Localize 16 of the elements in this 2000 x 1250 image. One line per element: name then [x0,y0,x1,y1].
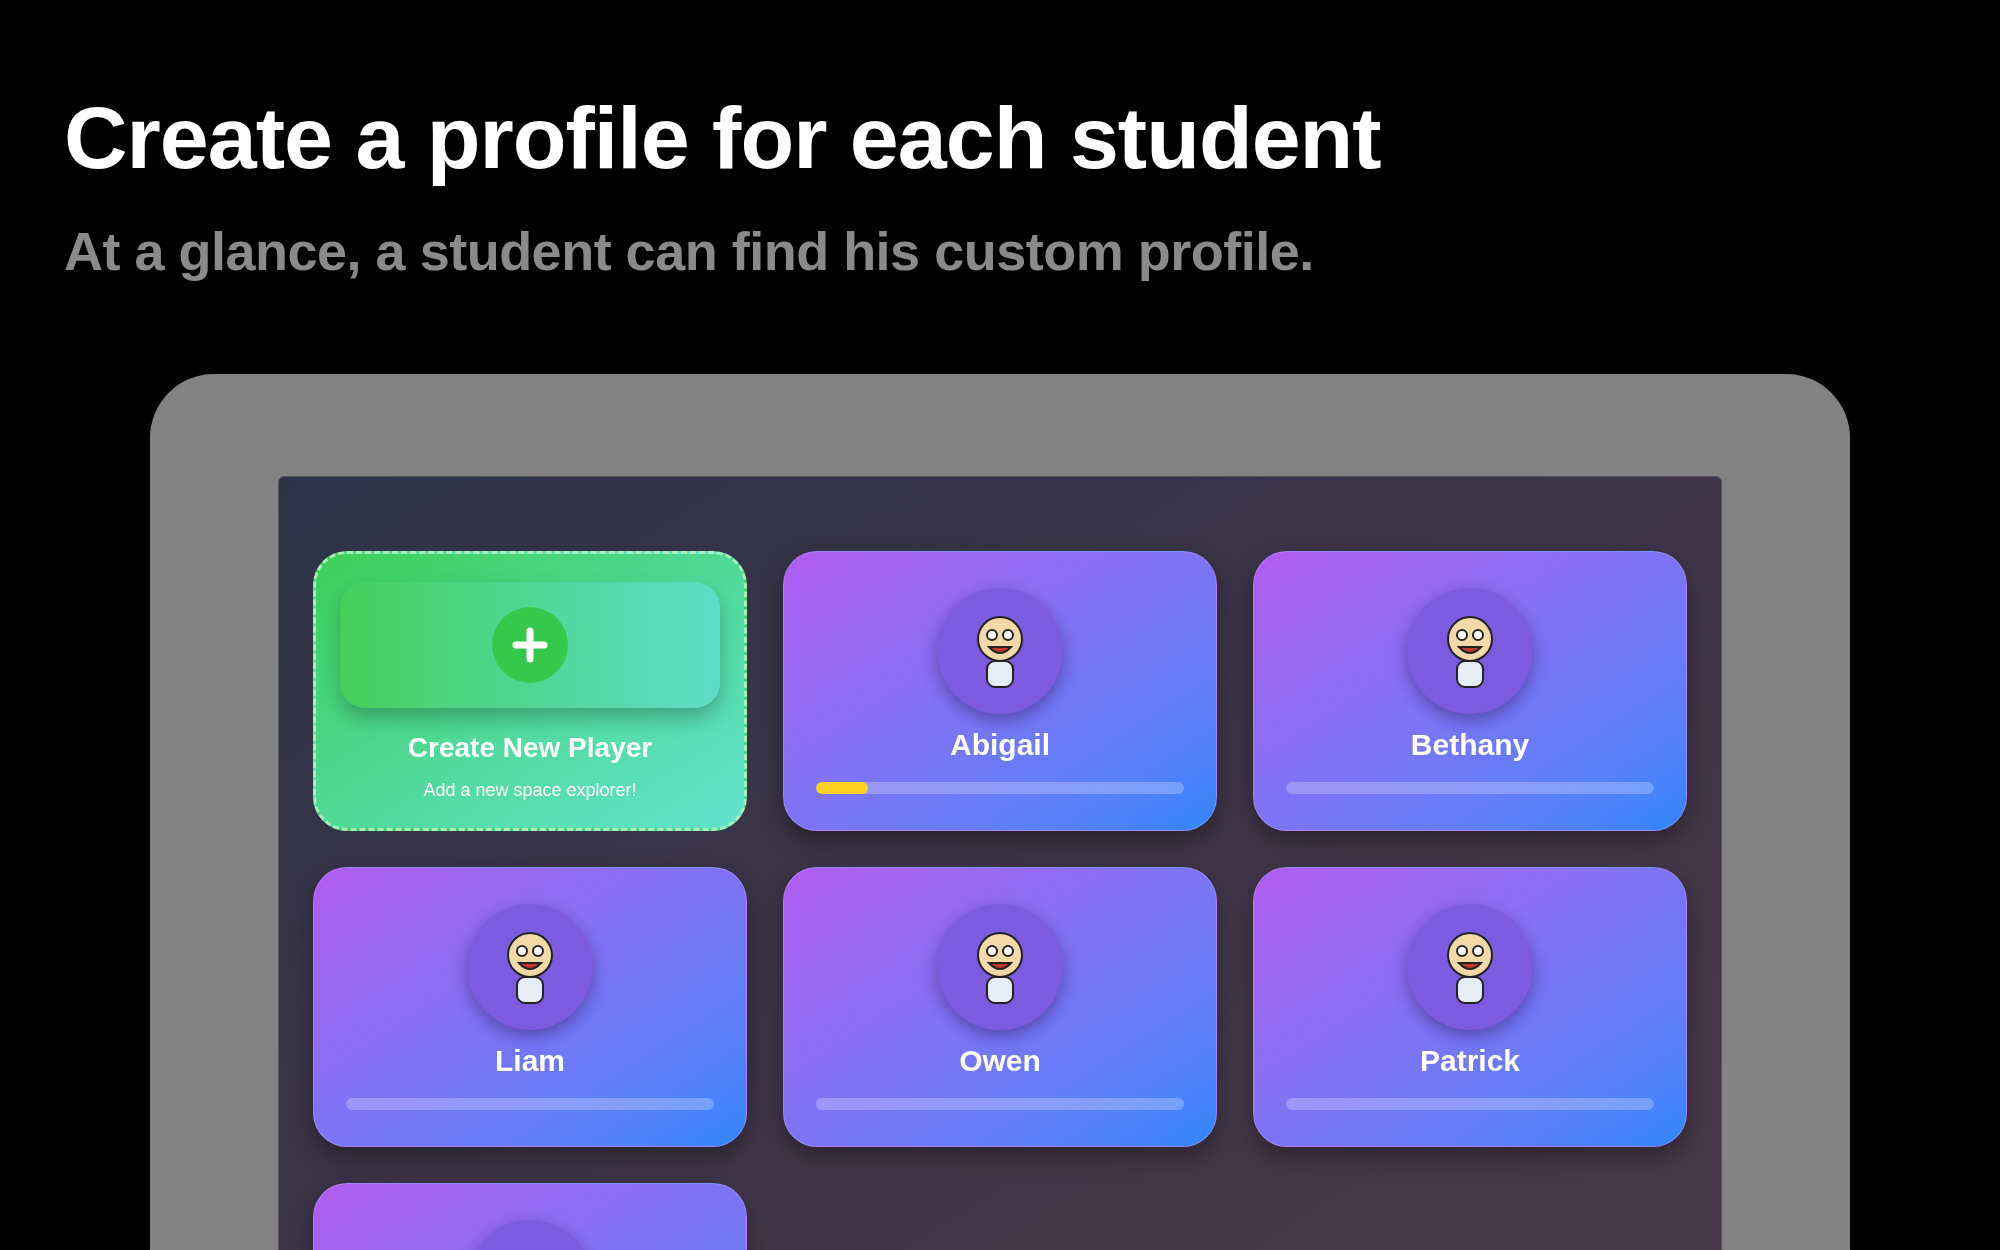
create-player-subtitle: Add a new space explorer! [423,779,637,802]
player-name: Liam [495,1043,565,1079]
player-card[interactable]: Owen [783,867,1217,1147]
add-player-button[interactable] [340,582,720,708]
player-name: Bethany [1410,727,1530,763]
player-card[interactable]: Patrick [1253,867,1687,1147]
headline: Create a profile for each student [64,88,1382,188]
player-card[interactable]: Liam [313,867,747,1147]
player-name: Abigail [950,727,1050,763]
plus-icon [492,607,568,683]
subheadline: At a glance, a student can find his custom profile. [64,220,1315,283]
player-card[interactable]: Bethany [1253,551,1687,831]
create-player-title: Create New Player [407,731,653,765]
player-name: Patrick [1419,1043,1521,1079]
player-name: Owen [959,1043,1041,1079]
player-card[interactable]: Abigail [783,551,1217,831]
